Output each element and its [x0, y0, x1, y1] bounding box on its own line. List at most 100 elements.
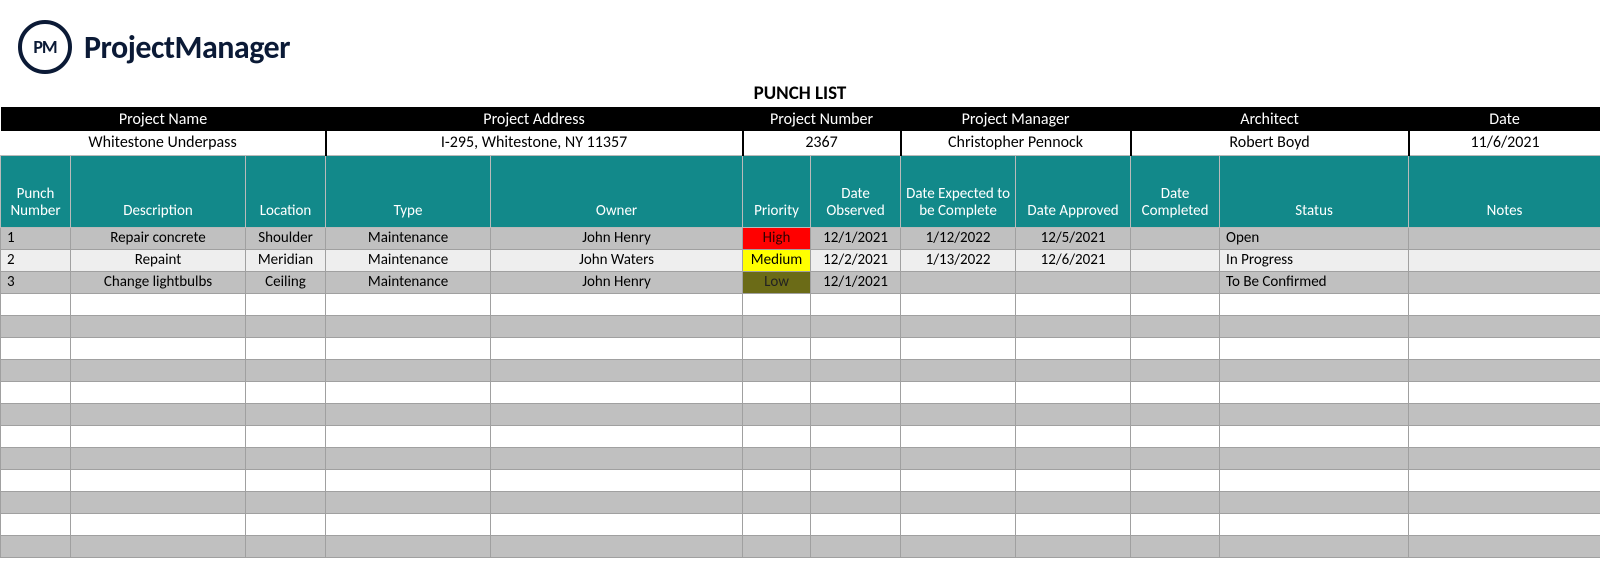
cell-empty[interactable] [1409, 425, 1600, 447]
cell-empty[interactable] [743, 447, 811, 469]
cell-status[interactable]: Open [1220, 227, 1409, 249]
cell-priority[interactable]: Medium [743, 249, 811, 271]
cell-empty[interactable] [743, 337, 811, 359]
cell-description[interactable]: Repair concrete [71, 227, 246, 249]
cell-empty[interactable] [1, 425, 71, 447]
cell-empty[interactable] [246, 513, 326, 535]
cell-priority[interactable]: High [743, 227, 811, 249]
cell-date-completed[interactable] [1131, 227, 1220, 249]
cell-empty[interactable] [1131, 535, 1220, 557]
cell-empty[interactable] [1016, 491, 1131, 513]
cell-empty[interactable] [1131, 293, 1220, 315]
cell-owner[interactable]: John Henry [491, 271, 743, 293]
cell-empty[interactable] [1409, 403, 1600, 425]
cell-empty[interactable] [743, 315, 811, 337]
cell-date-observed[interactable]: 12/1/2021 [811, 271, 901, 293]
cell-empty[interactable] [1409, 337, 1600, 359]
cell-empty[interactable] [811, 403, 901, 425]
cell-empty[interactable] [1, 513, 71, 535]
cell-empty[interactable] [1, 403, 71, 425]
cell-empty[interactable] [743, 469, 811, 491]
cell-empty[interactable] [71, 425, 246, 447]
cell-empty[interactable] [901, 293, 1016, 315]
cell-empty[interactable] [1220, 381, 1409, 403]
cell-empty[interactable] [71, 293, 246, 315]
cell-punch-number[interactable]: 3 [1, 271, 71, 293]
cell-date-expected[interactable] [901, 271, 1016, 293]
cell-empty[interactable] [811, 447, 901, 469]
cell-notes[interactable] [1409, 271, 1600, 293]
cell-empty[interactable] [326, 513, 491, 535]
cell-empty[interactable] [811, 535, 901, 557]
cell-date-approved[interactable] [1016, 271, 1131, 293]
cell-location[interactable]: Meridian [246, 249, 326, 271]
cell-type[interactable]: Maintenance [326, 271, 491, 293]
table-row-empty[interactable] [1, 315, 1600, 337]
cell-empty[interactable] [491, 535, 743, 557]
cell-empty[interactable] [1409, 381, 1600, 403]
cell-empty[interactable] [71, 315, 246, 337]
cell-empty[interactable] [1220, 469, 1409, 491]
cell-empty[interactable] [1016, 403, 1131, 425]
cell-empty[interactable] [491, 381, 743, 403]
cell-empty[interactable] [71, 447, 246, 469]
cell-date-observed[interactable]: 12/2/2021 [811, 249, 901, 271]
cell-location[interactable]: Shoulder [246, 227, 326, 249]
cell-empty[interactable] [71, 469, 246, 491]
cell-empty[interactable] [71, 381, 246, 403]
cell-empty[interactable] [1220, 359, 1409, 381]
cell-empty[interactable] [1, 315, 71, 337]
cell-empty[interactable] [326, 359, 491, 381]
cell-type[interactable]: Maintenance [326, 249, 491, 271]
cell-empty[interactable] [1, 381, 71, 403]
cell-empty[interactable] [71, 491, 246, 513]
cell-empty[interactable] [1409, 469, 1600, 491]
cell-empty[interactable] [743, 403, 811, 425]
cell-empty[interactable] [326, 469, 491, 491]
cell-empty[interactable] [743, 359, 811, 381]
cell-empty[interactable] [246, 535, 326, 557]
cell-location[interactable]: Ceiling [246, 271, 326, 293]
cell-empty[interactable] [1016, 337, 1131, 359]
cell-empty[interactable] [1016, 293, 1131, 315]
cell-empty[interactable] [743, 491, 811, 513]
cell-empty[interactable] [811, 293, 901, 315]
cell-empty[interactable] [326, 491, 491, 513]
cell-empty[interactable] [1016, 513, 1131, 535]
cell-empty[interactable] [246, 491, 326, 513]
cell-empty[interactable] [1016, 469, 1131, 491]
cell-empty[interactable] [901, 359, 1016, 381]
cell-notes[interactable] [1409, 249, 1600, 271]
cell-date-observed[interactable]: 12/1/2021 [811, 227, 901, 249]
cell-empty[interactable] [811, 315, 901, 337]
table-row-empty[interactable] [1, 447, 1600, 469]
cell-empty[interactable] [901, 425, 1016, 447]
table-row-empty[interactable] [1, 337, 1600, 359]
cell-type[interactable]: Maintenance [326, 227, 491, 249]
table-row-empty[interactable] [1, 491, 1600, 513]
cell-empty[interactable] [901, 315, 1016, 337]
table-row[interactable]: 3Change lightbulbsCeilingMaintenanceJohn… [1, 271, 1600, 293]
cell-empty[interactable] [1409, 491, 1600, 513]
cell-empty[interactable] [901, 513, 1016, 535]
cell-empty[interactable] [246, 359, 326, 381]
cell-empty[interactable] [1, 359, 71, 381]
cell-empty[interactable] [1, 293, 71, 315]
cell-empty[interactable] [1409, 293, 1600, 315]
cell-empty[interactable] [1131, 469, 1220, 491]
table-row-empty[interactable] [1, 381, 1600, 403]
cell-empty[interactable] [246, 469, 326, 491]
cell-empty[interactable] [1131, 491, 1220, 513]
cell-empty[interactable] [811, 381, 901, 403]
cell-empty[interactable] [1220, 337, 1409, 359]
cell-empty[interactable] [1, 469, 71, 491]
cell-description[interactable]: Repaint [71, 249, 246, 271]
cell-empty[interactable] [743, 513, 811, 535]
cell-empty[interactable] [811, 425, 901, 447]
cell-empty[interactable] [491, 513, 743, 535]
cell-empty[interactable] [246, 315, 326, 337]
cell-empty[interactable] [1409, 447, 1600, 469]
cell-empty[interactable] [326, 535, 491, 557]
cell-punch-number[interactable]: 1 [1, 227, 71, 249]
table-row-empty[interactable] [1, 359, 1600, 381]
